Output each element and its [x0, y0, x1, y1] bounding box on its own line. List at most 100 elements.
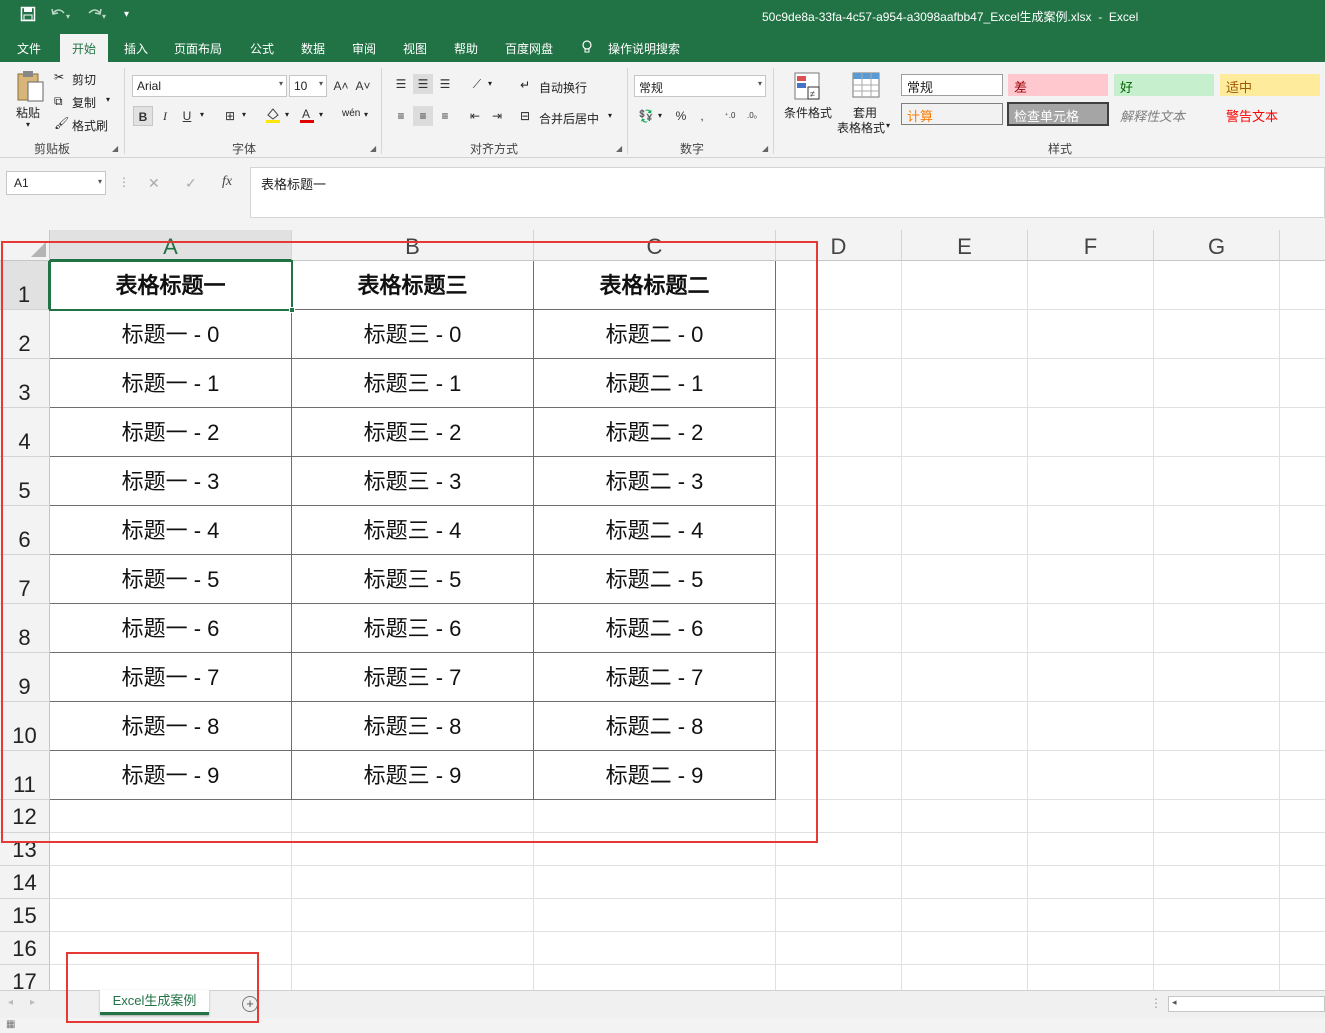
decrease-font-icon[interactable]: A˅: [353, 76, 373, 96]
row-header[interactable]: 15: [0, 899, 50, 932]
conditional-formatting-button[interactable]: 条件格式: [784, 104, 832, 121]
align-top-icon[interactable]: ☰: [391, 74, 411, 94]
empty-cell[interactable]: [1154, 751, 1280, 800]
empty-cell[interactable]: [1154, 932, 1280, 965]
empty-cell[interactable]: [50, 866, 292, 899]
tab-data[interactable]: 数据: [301, 40, 325, 57]
empty-cell[interactable]: [1154, 604, 1280, 653]
macro-record-icon[interactable]: ▦: [6, 1019, 15, 1030]
currency-icon[interactable]: 💱: [636, 106, 656, 126]
cancel-icon[interactable]: ✕: [148, 175, 160, 192]
align-left-icon[interactable]: ≡: [391, 106, 411, 126]
empty-cell[interactable]: [776, 866, 902, 899]
empty-cell[interactable]: [902, 261, 1028, 310]
increase-decimal-icon[interactable]: ⁺.0: [720, 106, 740, 126]
font-size-select[interactable]: 10 ▾: [289, 75, 327, 97]
empty-cell[interactable]: [1280, 866, 1325, 899]
empty-cell[interactable]: [1154, 833, 1280, 866]
tab-insert[interactable]: 插入: [124, 40, 148, 57]
align-center-icon[interactable]: ≡: [413, 106, 433, 126]
empty-cell[interactable]: [1280, 261, 1325, 310]
cell-style-6[interactable]: 解释性文本: [1114, 103, 1214, 125]
empty-cell[interactable]: [1280, 555, 1325, 604]
empty-cell[interactable]: [1028, 899, 1154, 932]
number-format-select[interactable]: 常规 ▾: [634, 75, 766, 97]
empty-cell[interactable]: [1280, 653, 1325, 702]
empty-cell[interactable]: [1028, 833, 1154, 866]
empty-cell[interactable]: [1028, 359, 1154, 408]
column-header[interactable]: G: [1154, 230, 1280, 261]
empty-cell[interactable]: [1028, 604, 1154, 653]
empty-cell[interactable]: [1028, 310, 1154, 359]
empty-cell[interactable]: [1280, 800, 1325, 833]
fill-color-icon[interactable]: [263, 106, 283, 126]
tab-home[interactable]: 开始: [60, 34, 109, 65]
empty-cell[interactable]: [1028, 653, 1154, 702]
orientation-icon[interactable]: ⟋: [467, 74, 487, 94]
decrease-indent-icon[interactable]: ⇤: [465, 106, 485, 126]
empty-cell[interactable]: [1028, 408, 1154, 457]
cut-button[interactable]: 剪切: [72, 71, 96, 88]
increase-indent-icon[interactable]: ⇥: [487, 106, 507, 126]
empty-cell[interactable]: [1154, 457, 1280, 506]
empty-cell[interactable]: [534, 866, 776, 899]
alignment-dialog-launcher-icon[interactable]: ◢: [616, 144, 622, 153]
comma-button[interactable]: ,: [692, 106, 712, 126]
insert-function-icon[interactable]: fx: [222, 174, 232, 190]
italic-button[interactable]: I: [155, 106, 175, 126]
empty-cell[interactable]: [1280, 932, 1325, 965]
tab-formulas[interactable]: 公式: [250, 40, 274, 57]
format-painter-button[interactable]: 格式刷: [72, 117, 108, 134]
tab-view[interactable]: 视图: [403, 40, 427, 57]
empty-cell[interactable]: [1154, 965, 1280, 990]
phonetic-dropdown-icon[interactable]: ▾: [364, 110, 368, 119]
tab-file[interactable]: 文件: [17, 40, 41, 57]
empty-cell[interactable]: [292, 899, 534, 932]
number-dialog-launcher-icon[interactable]: ◢: [762, 144, 768, 153]
tab-help[interactable]: 帮助: [454, 40, 478, 57]
empty-cell[interactable]: [1154, 555, 1280, 604]
paste-icon[interactable]: [14, 70, 46, 104]
empty-cell[interactable]: [1280, 310, 1325, 359]
enter-icon[interactable]: ✓: [185, 175, 197, 192]
splitter-icon[interactable]: ⋮: [1150, 996, 1162, 1010]
phonetic-guide-icon[interactable]: wén: [342, 108, 360, 119]
empty-cell[interactable]: [776, 899, 902, 932]
save-icon[interactable]: [20, 6, 36, 25]
empty-cell[interactable]: [1280, 899, 1325, 932]
format-as-table-button[interactable]: 表格格式: [837, 119, 885, 136]
percent-button[interactable]: %: [671, 106, 691, 126]
empty-cell[interactable]: [534, 932, 776, 965]
empty-cell[interactable]: [776, 965, 902, 990]
empty-cell[interactable]: [1154, 310, 1280, 359]
cell-style-4[interactable]: 计算: [901, 103, 1003, 125]
empty-cell[interactable]: [902, 653, 1028, 702]
decrease-decimal-icon[interactable]: .0₀: [742, 106, 762, 126]
empty-cell[interactable]: [1028, 965, 1154, 990]
tab-page-layout[interactable]: 页面布局: [174, 40, 222, 57]
merge-center-button[interactable]: 合并后居中: [539, 110, 599, 127]
borders-icon[interactable]: ⊞: [220, 106, 240, 126]
paste-dropdown-icon[interactable]: ▾: [26, 120, 30, 129]
name-box[interactable]: A1 ▾: [6, 171, 106, 195]
empty-cell[interactable]: [1280, 604, 1325, 653]
wrap-text-button[interactable]: 自动换行: [539, 79, 587, 96]
scroll-left-icon[interactable]: ◂: [1172, 997, 1177, 1008]
row-header[interactable]: 14: [0, 866, 50, 899]
cell-style-2[interactable]: 好: [1114, 74, 1214, 96]
empty-cell[interactable]: [1028, 506, 1154, 555]
row-header[interactable]: 16: [0, 932, 50, 965]
empty-cell[interactable]: [1028, 702, 1154, 751]
empty-cell[interactable]: [902, 965, 1028, 990]
empty-cell[interactable]: [1028, 932, 1154, 965]
empty-cell[interactable]: [1280, 702, 1325, 751]
increase-font-icon[interactable]: A˄: [331, 76, 351, 96]
empty-cell[interactable]: [1154, 866, 1280, 899]
empty-cell[interactable]: [902, 932, 1028, 965]
column-header[interactable]: E: [902, 230, 1028, 261]
format-as-table-icon[interactable]: [851, 71, 881, 103]
empty-cell[interactable]: [902, 800, 1028, 833]
tell-me-search[interactable]: 操作说明搜索: [608, 40, 680, 57]
empty-cell[interactable]: [1154, 408, 1280, 457]
font-dialog-launcher-icon[interactable]: ◢: [370, 144, 376, 153]
